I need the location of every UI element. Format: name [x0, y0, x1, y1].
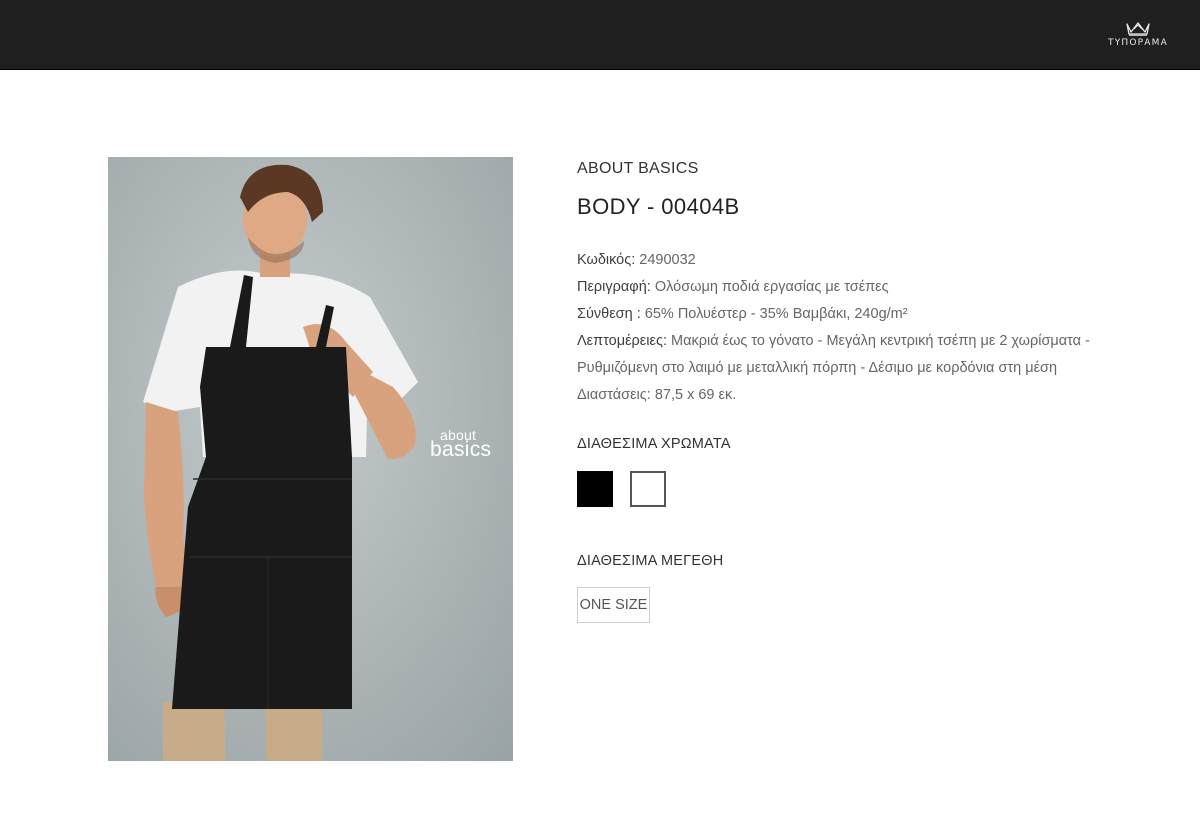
product-brand: ABOUT BASICS [577, 160, 699, 177]
description-label: Περιγραφή: [577, 279, 651, 295]
logo-line-basics: basics [430, 438, 492, 461]
size-option-one-size[interactable]: ONE SIZE [577, 587, 650, 623]
crown-icon [1126, 22, 1150, 36]
color-swatch-black[interactable] [577, 471, 613, 507]
product-info: ABOUT BASICS BODY - 00404B Κωδικός: 2490… [577, 160, 1157, 409]
composition-value: 65% Πολυέστερ - 35% Βαμβάκι, 240g/m² [640, 306, 908, 322]
details-line-2: Ρυθμιζόμενη στο λαιμό με μεταλλική πόρπη… [577, 360, 1058, 376]
dimensions-line: Διαστάσεις: 87,5 x 69 εκ. [577, 387, 737, 403]
available-sizes-heading: ΔΙΑΘΕΣΙΜΑ ΜΕΓΕΘΗ [577, 553, 724, 569]
about-basics-logo: about basics [430, 428, 491, 460]
brand-name: ΤΥΠΟΡΑΜΑ [1108, 38, 1168, 48]
details-value: Μακριά έως το γόνατο - Μεγάλη κεντρική τ… [666, 333, 1090, 349]
brand-logo[interactable]: ΤΥΠΟΡΑΜΑ [1102, 20, 1174, 48]
color-swatch-white[interactable] [630, 471, 666, 507]
description-value: Ολόσωμη ποδιά εργασίας με τσέπες [650, 279, 889, 295]
product-details: Κωδικός: 2490032 Περιγραφή: Ολόσωμη ποδι… [577, 247, 1157, 409]
available-colors-heading: ΔΙΑΘΕΣΙΜΑ ΧΡΩΜΑΤΑ [577, 436, 731, 452]
product-title: BODY - 00404B [577, 194, 740, 219]
code-row: Κωδικός: 2490032 [577, 247, 1157, 274]
description-row: Περιγραφή: Ολόσωμη ποδιά εργασίας με τσέ… [577, 274, 1157, 301]
composition-label: Σύνθεση : [577, 306, 641, 322]
top-bar: ΤΥΠΟΡΑΜΑ [0, 0, 1200, 70]
code-label: Κωδικός: [577, 252, 636, 268]
composition-row: Σύνθεση : 65% Πολυέστερ - 35% Βαμβάκι, 2… [577, 301, 1157, 328]
product-image[interactable]: about basics [108, 157, 513, 761]
details-label: Λεπτομέρειες: [577, 333, 667, 349]
code-value: 2490032 [635, 252, 696, 268]
details-row: Λεπτομέρειες: Μακριά έως το γόνατο - Μεγ… [577, 328, 1157, 355]
